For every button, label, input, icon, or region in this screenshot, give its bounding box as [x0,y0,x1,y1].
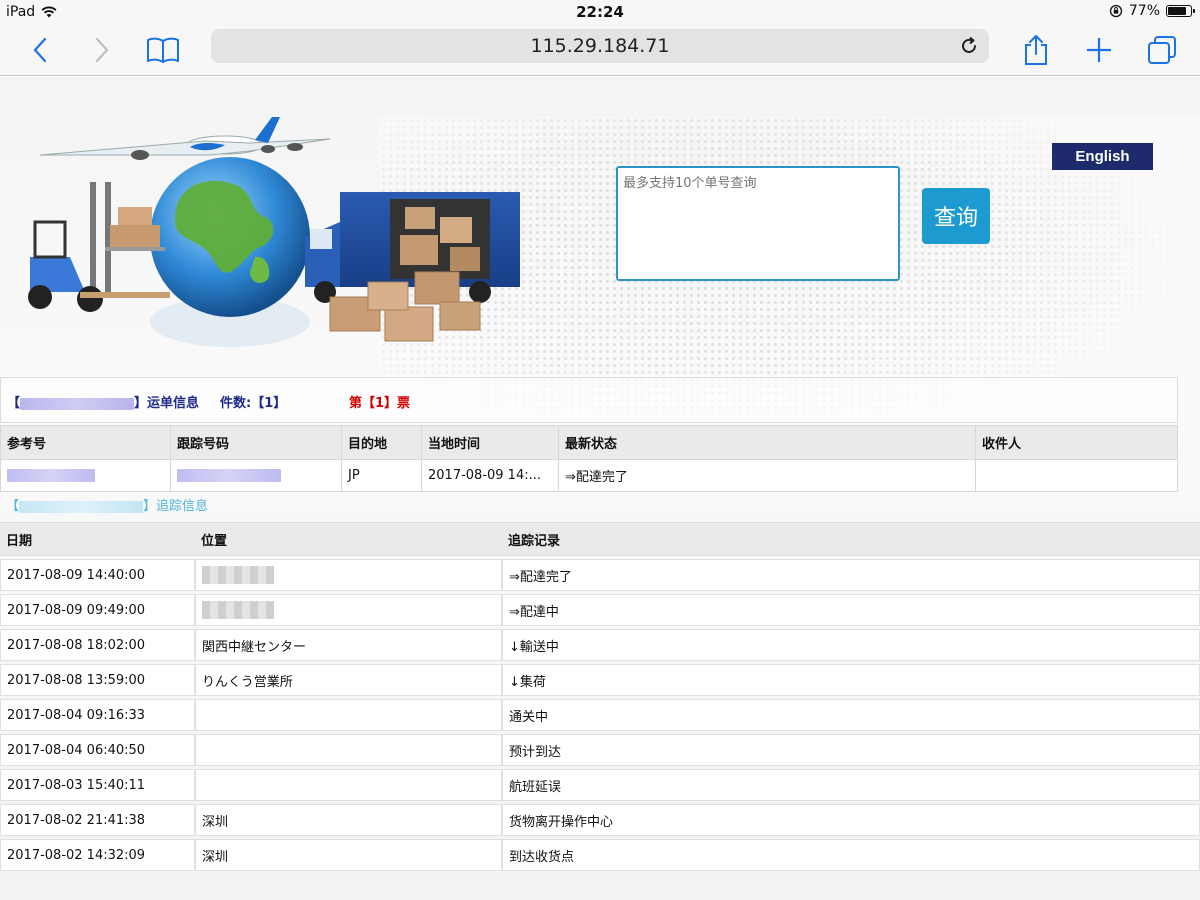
row-date: 2017-08-04 06:40:50 [0,734,195,766]
row-location: 深圳 [195,804,502,836]
row-location [195,769,502,801]
row-record: ⇒配達完了 [502,559,1200,591]
cell-destination: JP [341,459,422,492]
summary-row: JP 2017-08-09 14:... ⇒配達完了 [0,459,1178,492]
row-location: 深圳 [195,839,502,871]
share-icon [1025,35,1047,65]
table-row: 2017-08-08 13:59:00 りんくう営業所 ↓集荷 [0,664,1200,696]
row-record: ↓集荷 [502,664,1200,696]
row-date: 2017-08-04 09:16:33 [0,699,195,731]
cell-tracking-number [170,459,342,492]
table-row: 2017-08-03 15:40:11 航班延误 [0,769,1200,801]
orientation-lock-icon [1109,4,1123,18]
tracking-header-row: 日期 位置 追踪记录 [0,522,1200,556]
status-time: 22:24 [576,3,624,21]
chevron-right-icon [95,37,109,63]
header-location: 位置 [195,522,502,556]
row-location [195,699,502,731]
back-button[interactable] [22,32,58,68]
row-location: 関西中継センター [195,629,502,661]
row-record: 到达收货点 [502,839,1200,871]
plus-icon [1087,38,1111,62]
row-record: 通关中 [502,699,1200,731]
tabs-button[interactable] [1144,32,1180,68]
bookmarks-button[interactable] [145,32,181,68]
reload-icon[interactable] [959,36,979,56]
row-date: 2017-08-02 14:32:09 [0,839,195,871]
airplane [39,117,331,160]
logistics-illustration [28,117,520,347]
row-date: 2017-08-02 21:41:38 [0,804,195,836]
cell-latest-status: ⇒配達完了 [558,459,976,492]
redacted-location [202,601,274,619]
table-row: 2017-08-08 18:02:00 関西中継センター ↓輸送中 [0,629,1200,661]
redacted-tracking-number [177,469,281,482]
battery-percent: 77% [1128,3,1160,19]
table-row: 2017-08-09 14:40:00 ⇒配達完了 [0,559,1200,591]
tracking-info-title: 【】追踪信息 [6,499,209,514]
redacted-waybill-number [20,397,135,410]
row-date: 2017-08-08 13:59:00 [0,664,195,696]
table-row: 2017-08-09 09:49:00 ⇒配達中 [0,594,1200,626]
header-destination: 目的地 [341,425,422,460]
row-location [195,734,502,766]
cell-recipient [975,459,1178,492]
table-row: 2017-08-04 06:40:50 预计到达 [0,734,1200,766]
cell-reference-number [0,459,171,492]
row-location: りんくう営業所 [195,664,502,696]
row-date: 2017-08-09 14:40:00 [0,559,195,591]
header-latest-status: 最新状态 [558,425,976,460]
share-button[interactable] [1018,32,1054,68]
header-tracking-number: 跟踪号码 [170,425,342,460]
tracking-history-table: 日期 位置 追踪记录 2017-08-09 14:40:00 ⇒配達完了 201… [0,519,1200,874]
header-date: 日期 [0,522,195,556]
header-reference-number: 参考号 [0,425,171,460]
row-date: 2017-08-03 15:40:11 [0,769,195,801]
row-record: 预计到达 [502,734,1200,766]
piece-count: 件数:【1】 [220,396,287,411]
cell-local-time: 2017-08-09 14:... [421,459,559,492]
row-record: ↓輸送中 [502,629,1200,661]
book-icon [147,37,179,63]
row-record: 货物离开操作中心 [502,804,1200,836]
redacted-reference-number [7,469,95,482]
waybill-info-bar: 【】运单信息 件数:【1】 第【1】票 [0,377,1178,423]
new-tab-button[interactable] [1081,32,1117,68]
redacted-tracking-title [19,500,144,513]
row-location [195,559,502,591]
status-right: 77% [1109,3,1195,19]
truck [305,192,520,303]
header-local-time: 当地时间 [421,425,559,460]
tabs-icon [1148,36,1176,64]
redacted-location [202,566,274,584]
address-bar[interactable]: 115.29.184.71 [211,29,989,63]
row-record: 航班延误 [502,769,1200,801]
url-text: 115.29.184.71 [530,35,670,57]
forklift [28,182,170,312]
web-page: 查询 English 【】运单信息 件数:【1】 第【1】票 参考号 跟踪号码 … [0,77,1200,900]
table-row: 2017-08-04 09:16:33 通关中 [0,699,1200,731]
table-row: 2017-08-02 14:32:09 深圳 到达收货点 [0,839,1200,871]
chevron-left-icon [33,37,47,63]
header-record: 追踪记录 [502,522,1200,556]
summary-header-row: 参考号 跟踪号码 目的地 当地时间 最新状态 收件人 [0,425,1178,460]
battery-icon [1166,5,1195,17]
tracking-number-input[interactable] [616,166,900,281]
row-location [195,594,502,626]
row-record: ⇒配達中 [502,594,1200,626]
status-bar: iPad 22:24 77% [0,0,1200,24]
forward-button[interactable] [84,32,120,68]
query-button[interactable]: 查询 [922,188,990,244]
english-language-button[interactable]: English [1052,143,1153,170]
row-date: 2017-08-08 18:02:00 [0,629,195,661]
waybill-info-label: 【】运单信息 [7,396,200,411]
ticket-index: 第【1】票 [349,396,411,411]
table-row: 2017-08-02 21:41:38 深圳 货物离开操作中心 [0,804,1200,836]
browser-toolbar: 115.29.184.71 [0,24,1200,76]
row-date: 2017-08-09 09:49:00 [0,594,195,626]
header-recipient: 收件人 [975,425,1178,460]
waybill-summary-table: 参考号 跟踪号码 目的地 当地时间 最新状态 收件人 JP 2017-08-09… [0,425,1178,492]
